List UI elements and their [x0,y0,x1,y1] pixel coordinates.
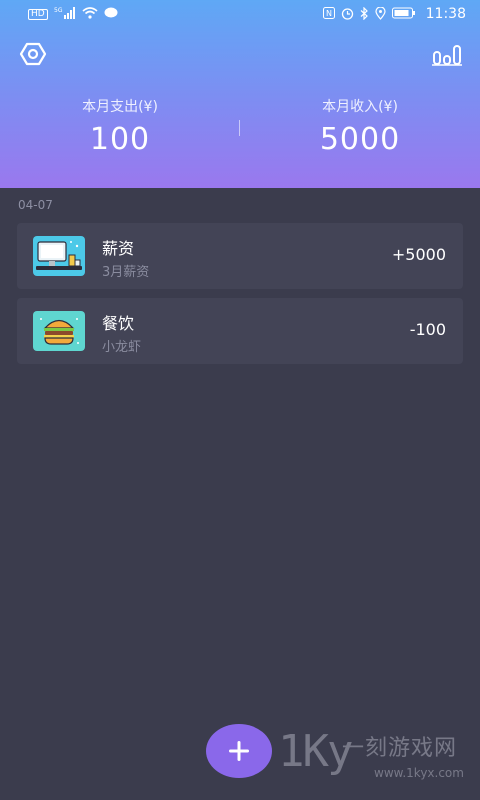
expense-value: 100 [89,122,151,157]
expense-label: 本月支出(¥) [82,99,158,115]
record-title: 餐饮 [102,314,135,333]
expense-summary: 本月支出(¥) 100 [0,96,240,166]
list-item-salary[interactable]: 薪资 3月薪资 +5000 [17,223,463,289]
record-title: 薪资 [102,239,135,258]
gear-icon[interactable] [18,40,48,68]
record-date: 04-07 [18,198,53,212]
svg-text:5G: 5G [54,7,63,14]
status-bar: HD 5G N 11:38 [0,0,480,28]
record-subtitle: 小龙虾 [102,340,142,355]
income-label: 本月收入(¥) [322,99,398,115]
status-right: N 11:38 [322,5,466,22]
watermark-url: www.1kyx.com [374,766,464,780]
record-amount: +5000 [391,245,446,264]
add-record-button[interactable] [206,724,272,778]
list-item-dining[interactable]: 餐饮 小龙虾 -100 [17,298,463,364]
alarm-icon [341,7,354,22]
burger-icon [33,311,85,351]
income-summary: 本月收入(¥) 5000 [240,96,480,166]
plus-icon [229,741,249,761]
chat-icon [104,7,118,21]
monthly-summary: 本月支出(¥) 100 本月收入(¥) 5000 [0,96,480,166]
header-banner: HD 5G N 11:38 本月支出(¥) 100 本月收入(¥) 5000 [0,0,480,188]
income-value: 5000 [319,122,401,157]
record-subtitle: 3月薪资 [102,265,150,280]
record-amount: -100 [409,320,446,339]
salary-computer-icon [33,236,85,276]
status-time: 11:38 [425,6,466,22]
location-icon [375,5,386,22]
svg-text:N: N [326,9,332,18]
watermark-brand: 一刻游戏网 [342,736,458,761]
bar-chart-icon[interactable] [432,42,462,66]
bluetooth-icon [360,6,369,22]
wifi-icon [82,7,98,21]
hd-icon: HD [28,8,48,20]
watermark: 1Ky 一刻游戏网 www.1kyx.com [278,726,476,786]
nfc-icon: N [322,7,335,21]
signal-5g-icon: 5G [54,7,76,21]
status-left: HD 5G [28,7,118,21]
summary-divider [239,120,240,136]
battery-icon [391,7,416,21]
watermark-logo: 1Ky [278,726,353,777]
